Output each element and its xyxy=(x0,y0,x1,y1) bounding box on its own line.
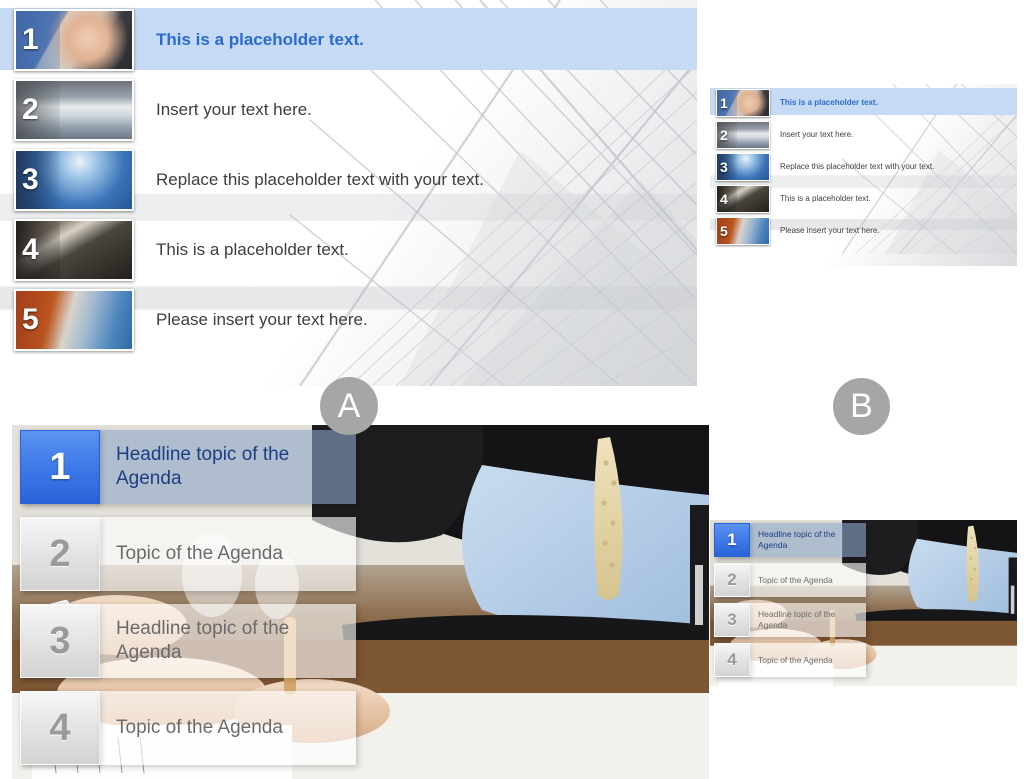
agenda-row-4-small[interactable]: 4 Topic of the Agenda xyxy=(714,643,866,677)
agenda-row-2-small[interactable]: 2 Topic of the Agenda xyxy=(714,563,866,597)
agenda-panel-3[interactable]: Headline topic of the Agenda xyxy=(100,604,356,678)
thumb-number-5-small: 5 xyxy=(720,222,728,239)
thumb-number-1: 1 xyxy=(22,23,39,56)
marker-label-b: B xyxy=(833,378,890,435)
agenda-row-4[interactable]: 4 Topic of the Agenda xyxy=(20,691,356,765)
slide-placeholder-list-large[interactable]: 1 This is a placeholder text. 2 Insert y… xyxy=(0,0,697,386)
thumb-number-4: 4 xyxy=(22,233,39,266)
agenda-row-3[interactable]: 3 Headline topic of the Agenda xyxy=(20,604,356,678)
thumb-number-2: 2 xyxy=(22,93,39,126)
slide-b-row-4[interactable]: 4 This is a placeholder text. xyxy=(716,184,871,213)
slide-b-row-list: 1 This is a placeholder text. 2 Insert y… xyxy=(710,84,1017,266)
thumbnail-handshake-photo-small[interactable]: 1 xyxy=(716,88,770,117)
thumb-number-3: 3 xyxy=(22,163,39,196)
slide-b-row-4-label: This is a placeholder text. xyxy=(780,194,871,203)
agenda-label-4-small: Topic of the Agenda xyxy=(758,654,833,665)
agenda-row-3-small[interactable]: 3 Headline topic of the Agenda xyxy=(714,603,866,637)
agenda-label-3-small: Headline topic of the Agenda xyxy=(758,609,836,630)
thumbnail-modern-building-photo-small[interactable]: 5 xyxy=(716,216,770,245)
slide-b-row-5-label: Please insert your text here. xyxy=(780,226,880,235)
thumb-number-3-small: 3 xyxy=(720,158,728,175)
agenda-badge-3-small: 3 xyxy=(714,603,750,637)
agenda-label-4: Topic of the Agenda xyxy=(116,717,283,739)
thumb-number-1-small: 1 xyxy=(720,94,728,111)
agenda-label-1-small: Headline topic of the Agenda xyxy=(758,529,836,550)
slide-a-row-2-label: Insert your text here. xyxy=(156,100,312,119)
agenda-badge-1: 1 xyxy=(20,430,100,504)
agenda-panel-4-small[interactable]: Topic of the Agenda xyxy=(750,643,866,677)
thumbnail-conference-hall-photo[interactable]: 2 xyxy=(14,79,134,141)
agenda-panel-1-small[interactable]: Headline topic of the Agenda xyxy=(750,523,866,557)
agenda-badge-1-small: 1 xyxy=(714,523,750,557)
agenda-badge-2-small: 2 xyxy=(714,563,750,597)
slide-b-row-3[interactable]: 3 Replace this placeholder text with you… xyxy=(716,152,935,181)
agenda-panel-1[interactable]: Headline topic of the Agenda xyxy=(100,430,356,504)
slide-agenda-small[interactable]: 1 Headline topic of the Agenda 2 Topic o… xyxy=(710,520,1017,686)
thumbnail-pen-on-desk-photo-small[interactable]: 4 xyxy=(716,184,770,213)
thumbnail-conference-hall-photo-small[interactable]: 2 xyxy=(716,120,770,149)
slide-b-row-2-label: Insert your text here. xyxy=(780,130,854,139)
agenda-panel-2[interactable]: Topic of the Agenda xyxy=(100,517,356,591)
agenda-label-3: Headline topic of the Agenda xyxy=(116,618,290,663)
slide-a-row-4-label: This is a placeholder text. xyxy=(156,240,349,259)
slide-a-row-5[interactable]: 5 Please insert your text here. xyxy=(14,289,368,351)
agenda-row-2[interactable]: 2 Topic of the Agenda xyxy=(20,517,356,591)
thumb-number-5: 5 xyxy=(22,303,39,336)
agenda-badge-4: 4 xyxy=(20,691,100,765)
agenda-badge-2: 2 xyxy=(20,517,100,591)
slide-b-row-3-label: Replace this placeholder text with your … xyxy=(780,162,935,171)
slide-b-row-2[interactable]: 2 Insert your text here. xyxy=(716,120,854,149)
marker-label-a: A xyxy=(320,377,378,435)
slide-b-row-5[interactable]: 5 Please insert your text here. xyxy=(716,216,880,245)
slide-a-row-1[interactable]: 1 This is a placeholder text. xyxy=(14,9,364,71)
slide-a-row-3[interactable]: 3 Replace this placeholder text with you… xyxy=(14,149,484,211)
slide-placeholder-list-small[interactable]: 1 This is a placeholder text. 2 Insert y… xyxy=(710,84,1017,266)
slide-a-row-3-label: Replace this placeholder text with your … xyxy=(156,170,484,189)
agenda-label-2: Topic of the Agenda xyxy=(116,543,283,565)
thumbnail-modern-building-photo[interactable]: 5 xyxy=(14,289,134,351)
thumb-number-2-small: 2 xyxy=(720,126,728,143)
slide-a-row-2[interactable]: 2 Insert your text here. xyxy=(14,79,312,141)
slide-d-row-list: 1 Headline topic of the Agenda 2 Topic o… xyxy=(710,520,1017,686)
thumbnail-glass-skyscraper-photo-small[interactable]: 3 xyxy=(716,152,770,181)
thumbnail-pen-on-desk-photo[interactable]: 4 xyxy=(14,219,134,281)
slide-a-row-list: 1 This is a placeholder text. 2 Insert y… xyxy=(0,0,697,386)
agenda-row-1-small[interactable]: 1 Headline topic of the Agenda xyxy=(714,523,866,557)
agenda-label-1: Headline topic of the Agenda xyxy=(116,444,290,489)
slide-b-row-1-label: This is a placeholder text. xyxy=(780,98,878,107)
thumb-number-4-small: 4 xyxy=(720,190,728,207)
slide-b-row-1[interactable]: 1 This is a placeholder text. xyxy=(716,88,878,117)
thumbnail-glass-skyscraper-photo[interactable]: 3 xyxy=(14,149,134,211)
agenda-panel-2-small[interactable]: Topic of the Agenda xyxy=(750,563,866,597)
slide-agenda-large[interactable]: 1 Headline topic of the Agenda 2 Topic o… xyxy=(12,425,709,779)
slide-a-row-1-label: This is a placeholder text. xyxy=(156,30,364,49)
agenda-panel-3-small[interactable]: Headline topic of the Agenda xyxy=(750,603,866,637)
thumbnail-handshake-photo[interactable]: 1 xyxy=(14,9,134,71)
agenda-badge-3: 3 xyxy=(20,604,100,678)
slide-a-row-4[interactable]: 4 This is a placeholder text. xyxy=(14,219,349,281)
slide-c-row-list: 1 Headline topic of the Agenda 2 Topic o… xyxy=(12,425,709,779)
agenda-row-1[interactable]: 1 Headline topic of the Agenda xyxy=(20,430,356,504)
slide-a-row-5-label: Please insert your text here. xyxy=(156,310,368,329)
agenda-badge-4-small: 4 xyxy=(714,643,750,677)
agenda-label-2-small: Topic of the Agenda xyxy=(758,574,833,585)
agenda-panel-4[interactable]: Topic of the Agenda xyxy=(100,691,356,765)
